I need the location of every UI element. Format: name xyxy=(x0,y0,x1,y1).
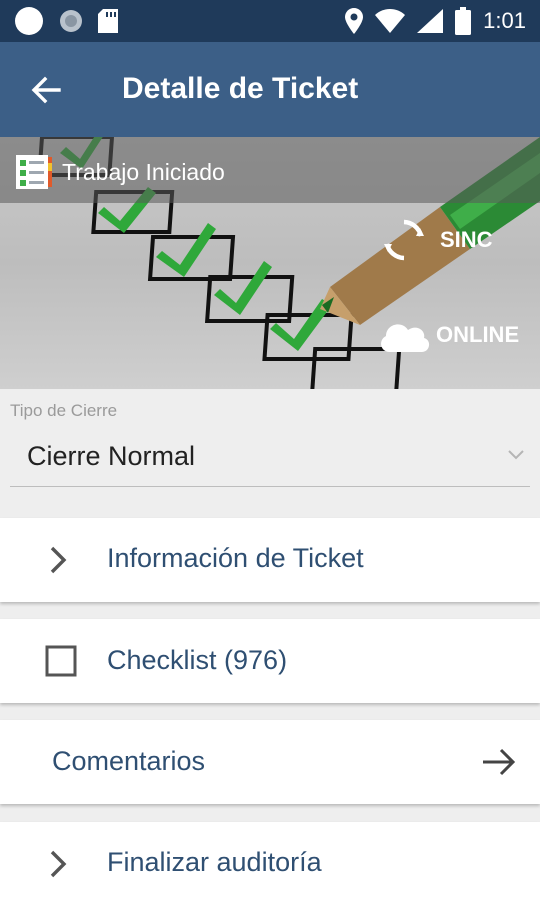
cloud-icon xyxy=(381,324,430,352)
banner: Trabajo Iniciado SINC ONLINE xyxy=(0,137,540,389)
comments-item[interactable]: Comentarios xyxy=(0,720,540,804)
closure-type-dropdown[interactable]: Cierre Normal xyxy=(10,429,530,487)
arrow-back-icon xyxy=(31,76,61,104)
location-icon xyxy=(345,8,364,34)
dot-icon xyxy=(60,10,82,32)
checklist-icon xyxy=(16,155,52,189)
battery-icon xyxy=(455,7,472,35)
ticket-info-item[interactable]: Información de Ticket xyxy=(0,518,540,602)
online-status-badge: ONLINE xyxy=(376,313,536,357)
chevron-right-icon xyxy=(50,546,67,574)
online-label: ONLINE xyxy=(436,322,520,347)
checklist-label: Checklist (976) xyxy=(107,645,288,675)
checklist-item[interactable]: Checklist (976) xyxy=(0,619,540,703)
arrow-forward-icon xyxy=(483,748,516,776)
app-bar: Detalle de Ticket xyxy=(0,42,540,137)
sync-icon xyxy=(384,219,424,261)
comments-label: Comentarios xyxy=(52,746,206,776)
closure-type-value: Cierre Normal xyxy=(27,441,196,471)
closure-type-label: Tipo de Cierre xyxy=(10,401,118,420)
page-title: Detalle de Ticket xyxy=(122,72,359,105)
status-bar: 1:01 xyxy=(0,0,540,42)
checkbox-icon[interactable] xyxy=(45,645,77,677)
chevron-down-icon xyxy=(508,450,524,460)
sd-card-icon xyxy=(98,9,118,33)
wifi-icon xyxy=(375,9,406,33)
back-button[interactable] xyxy=(22,68,70,112)
finish-audit-item[interactable]: Finalizar auditoría xyxy=(0,822,540,900)
clock: 1:01 xyxy=(483,8,526,33)
status-bar-right: 1:01 xyxy=(345,5,526,37)
work-status-text: Trabajo Iniciado xyxy=(62,159,225,185)
ticket-info-label: Información de Ticket xyxy=(107,543,364,573)
signal-icon xyxy=(417,9,444,33)
chevron-right-icon xyxy=(50,850,67,878)
sync-button[interactable]: SINC xyxy=(380,215,520,265)
status-bar-left xyxy=(14,7,118,35)
closure-type-section: Tipo de Cierre Cierre Normal xyxy=(0,389,540,517)
circle-icon xyxy=(15,7,43,35)
finish-audit-label: Finalizar auditoría xyxy=(107,847,322,877)
sync-label: SINC xyxy=(440,227,493,252)
